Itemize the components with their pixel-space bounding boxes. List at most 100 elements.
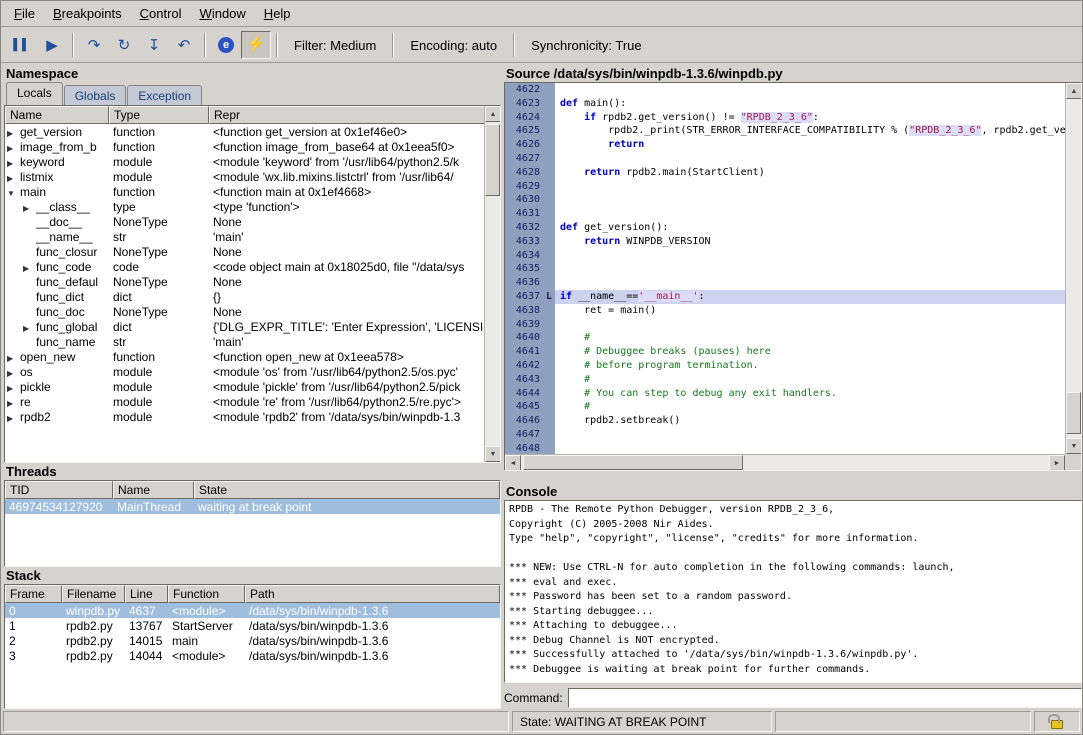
variable-repr-cell: None <box>209 215 500 229</box>
scrollbar-track[interactable] <box>1066 99 1081 438</box>
scrollbar-track[interactable] <box>485 122 500 446</box>
expand-arrow-icon[interactable]: ▶ <box>23 264 36 273</box>
expand-arrow-icon[interactable]: ▶ <box>7 174 20 183</box>
stack-column-line[interactable]: Line <box>125 585 168 603</box>
command-input[interactable] <box>568 688 1082 708</box>
menu-item-window[interactable]: Window <box>191 2 255 25</box>
namespace-row[interactable]: func_docNoneTypeNone <box>5 304 500 319</box>
namespace-row[interactable]: func_defaulNoneTypeNone <box>5 274 500 289</box>
source-line: 4623def main(): <box>505 97 1065 111</box>
scroll-down-icon[interactable]: ▼ <box>485 446 501 462</box>
stack-column-path[interactable]: Path <box>245 585 500 603</box>
menu-item-file[interactable]: File <box>5 2 44 25</box>
stack-frame-row[interactable]: 3rpdb2.py14044<module>/data/sys/bin/winp… <box>5 648 500 663</box>
threads-column-tid[interactable]: TID <box>5 481 113 499</box>
tab-locals[interactable]: Locals <box>6 82 63 105</box>
scrollbar-thumb[interactable] <box>523 455 743 470</box>
command-label: Command: <box>504 691 563 705</box>
tab-exception[interactable]: Exception <box>127 85 202 105</box>
synchronicity-label: Synchronicity: True <box>520 38 653 53</box>
expand-arrow-icon[interactable]: ▶ <box>7 369 20 378</box>
gutter-marker <box>543 221 555 235</box>
variable-name: __doc__ <box>36 215 82 229</box>
expand-arrow-icon[interactable]: ▶ <box>7 399 20 408</box>
namespace-vertical-scrollbar[interactable]: ▲ ▼ <box>484 106 500 462</box>
variable-repr-cell: <code object main at 0x18025d0, file "/d… <box>209 260 500 274</box>
namespace-row[interactable]: ▶picklemodule<module 'pickle' from '/usr… <box>5 379 500 394</box>
namespace-row[interactable]: ▶image_from_bfunction<function image_fro… <box>5 139 500 154</box>
namespace-row[interactable]: ▶__class__type<type 'function'> <box>5 199 500 214</box>
expand-arrow-icon[interactable]: ▶ <box>7 159 20 168</box>
run-to-cursor-button[interactable]: ↶ <box>169 31 199 59</box>
namespace-row[interactable]: ▶osmodule<module 'os' from '/usr/lib64/p… <box>5 364 500 379</box>
code-text <box>555 83 1065 97</box>
scroll-down-icon[interactable]: ▼ <box>1066 438 1082 454</box>
variable-type-cell: module <box>109 380 209 394</box>
tab-globals[interactable]: Globals <box>64 85 127 105</box>
threads-column-name[interactable]: Name <box>113 481 194 499</box>
expand-arrow-icon[interactable]: ▶ <box>7 144 20 153</box>
expand-arrow-icon[interactable]: ▶ <box>23 324 36 333</box>
break-button[interactable]: ▌▌ <box>7 31 37 59</box>
namespace-row[interactable]: ▶open_newfunction<function open_new at 0… <box>5 349 500 364</box>
collapse-arrow-icon[interactable]: ▼ <box>7 189 20 198</box>
scroll-left-icon[interactable]: ◄ <box>505 455 521 471</box>
menu-item-control[interactable]: Control <box>131 2 191 25</box>
namespace-row[interactable]: ▼mainfunction<function main at 0x1ef4668… <box>5 184 500 199</box>
source-horizontal-scrollbar[interactable]: ◄ ► <box>505 454 1065 470</box>
namespace-row[interactable]: func_dictdict{} <box>5 289 500 304</box>
namespace-row[interactable]: ▶keywordmodule<module 'keyword' from '/u… <box>5 154 500 169</box>
source-vertical-scrollbar[interactable]: ▲ ▼ <box>1065 83 1081 454</box>
scroll-up-icon[interactable]: ▲ <box>1066 83 1082 99</box>
stack-column-filename[interactable]: Filename <box>62 585 125 603</box>
namespace-row[interactable]: ▶listmixmodule<module 'wx.lib.mixins.lis… <box>5 169 500 184</box>
namespace-row[interactable]: func_closurNoneTypeNone <box>5 244 500 259</box>
scrollbar-thumb[interactable] <box>485 124 500 196</box>
namespace-row[interactable]: __doc__NoneTypeNone <box>5 214 500 229</box>
line-number: 4622 <box>505 83 543 97</box>
namespace-row[interactable]: ▶remodule<module 're' from '/usr/lib64/p… <box>5 394 500 409</box>
gutter-marker <box>543 152 555 166</box>
stack-frame-row[interactable]: 0winpdb.py4637<module>/data/sys/bin/winp… <box>5 603 500 618</box>
encoding-button[interactable]: e <box>211 31 241 59</box>
run-to-return-button[interactable]: ↧ <box>139 31 169 59</box>
namespace-column-type[interactable]: Type <box>109 106 209 124</box>
scroll-up-icon[interactable]: ▲ <box>485 106 501 122</box>
expand-arrow-icon[interactable]: ▶ <box>7 414 20 423</box>
expand-arrow-icon[interactable]: ▶ <box>7 129 20 138</box>
line-number: 4628 <box>505 166 543 180</box>
scrollbar-track[interactable] <box>521 455 1049 470</box>
source-editor[interactable]: 46224623def main():4624 if rpdb2.get_ver… <box>504 82 1082 471</box>
thread-row[interactable]: 46974534127920MainThreadwaiting at break… <box>5 499 500 514</box>
step-into-button[interactable]: ↻ <box>109 31 139 59</box>
expand-arrow-icon[interactable]: ▶ <box>23 204 36 213</box>
stack-column-frame[interactable]: Frame <box>5 585 62 603</box>
stack-frame-row[interactable]: 2rpdb2.py14015main/data/sys/bin/winpdb-1… <box>5 633 500 648</box>
console-output[interactable]: RPDB - The Remote Python Debugger, versi… <box>504 500 1082 683</box>
scroll-right-icon[interactable]: ► <box>1049 455 1065 471</box>
line-number: 4640 <box>505 331 543 345</box>
stack-frame-row[interactable]: 1rpdb2.py13767StartServer/data/sys/bin/w… <box>5 618 500 633</box>
stack-column-function[interactable]: Function <box>168 585 245 603</box>
scrollbar-thumb[interactable] <box>1066 392 1081 434</box>
function-cell: <module> <box>168 649 245 663</box>
expand-arrow-icon[interactable]: ▶ <box>7 384 20 393</box>
menu-item-help[interactable]: Help <box>255 2 300 25</box>
stack-list: FrameFilenameLineFunctionPath 0winpdb.py… <box>4 584 501 709</box>
go-button[interactable]: ▶ <box>37 31 67 59</box>
namespace-row[interactable]: func_namestr'main' <box>5 334 500 349</box>
namespace-row[interactable]: __name__str'main' <box>5 229 500 244</box>
expand-arrow-icon[interactable]: ▶ <box>7 354 20 363</box>
namespace-row[interactable]: ▶func_globaldict{'DLG_EXPR_TITLE': 'Ente… <box>5 319 500 334</box>
namespace-column-name[interactable]: Name <box>5 106 109 124</box>
source-line: 4648 <box>505 442 1065 454</box>
code-text: if __name__=='__main__': <box>555 290 1065 304</box>
namespace-row[interactable]: ▶rpdb2module<module 'rpdb2' from '/data/… <box>5 409 500 424</box>
namespace-row[interactable]: ▶func_codecode<code object main at 0x180… <box>5 259 500 274</box>
menu-item-breakpoints[interactable]: Breakpoints <box>44 2 131 25</box>
step-over-button[interactable]: ↷ <box>79 31 109 59</box>
namespace-row[interactable]: ▶get_versionfunction<function get_versio… <box>5 124 500 139</box>
synchronicity-button[interactable]: ⚡ <box>241 31 271 59</box>
threads-column-state[interactable]: State <box>194 481 500 499</box>
namespace-column-repr[interactable]: Repr <box>209 106 500 124</box>
